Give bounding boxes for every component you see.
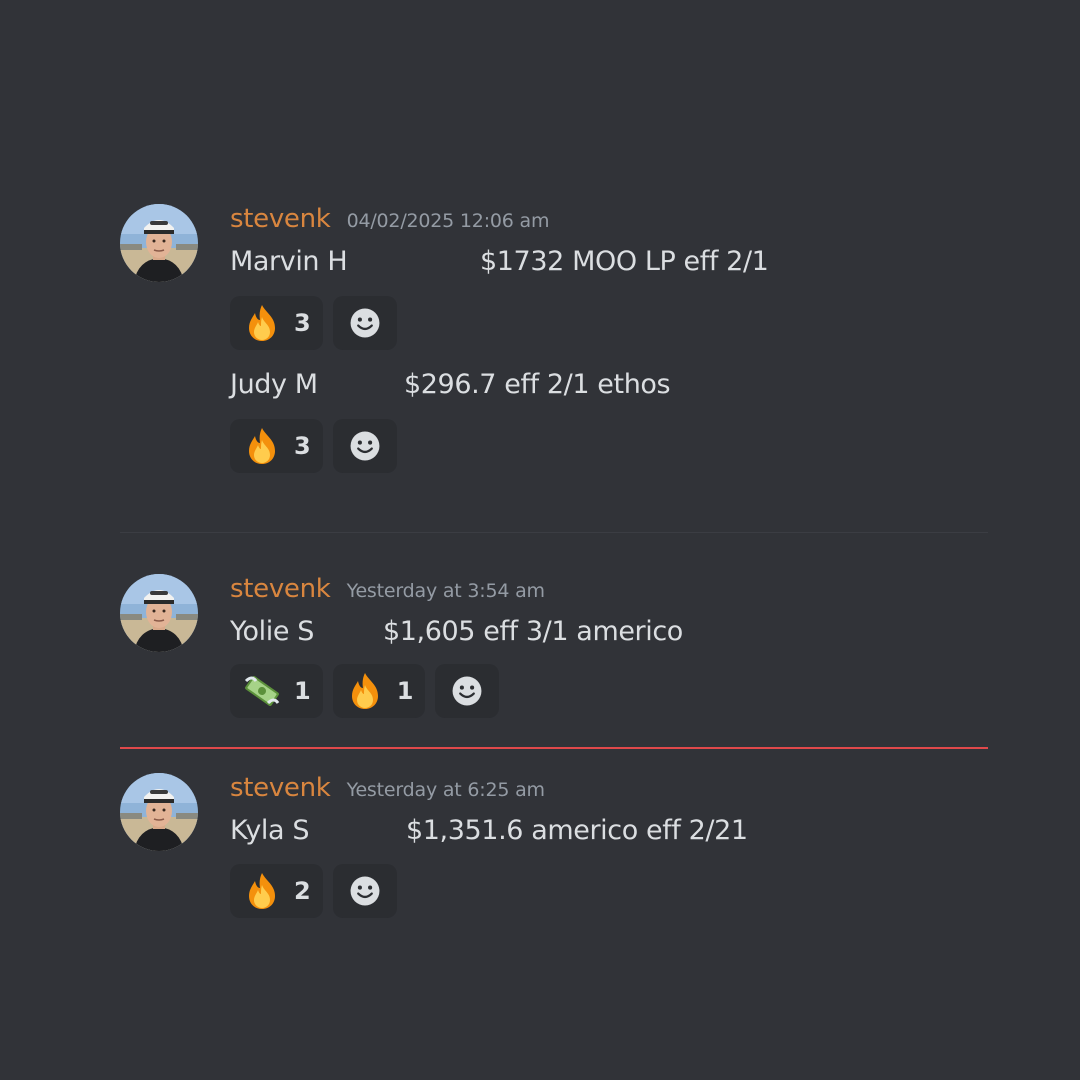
reaction-bar: 3: [230, 296, 397, 350]
avatar-image: [120, 773, 198, 851]
username[interactable]: stevenk: [230, 773, 331, 803]
smiley-add-reaction-icon: [450, 674, 484, 708]
message-header: stevenk Yesterday at 3:54 am: [230, 574, 545, 608]
fire-icon: [242, 303, 282, 343]
message-text: $1,605 eff 3/1 americo: [383, 616, 683, 647]
fire-icon: [345, 671, 385, 711]
reaction-bar: 1 1: [230, 664, 500, 718]
reaction-bar: 2: [230, 864, 397, 918]
avatar[interactable]: [120, 204, 198, 282]
smiley-add-reaction-icon: [348, 429, 382, 463]
reaction-count: 2: [294, 877, 311, 905]
message-text: $296.7 eff 2/1 ethos: [404, 369, 671, 400]
add-reaction-button[interactable]: [435, 664, 500, 718]
timestamp[interactable]: Yesterday at 6:25 am: [347, 779, 545, 801]
client-name: Judy M: [230, 369, 318, 400]
money-with-wings-icon: [242, 671, 282, 711]
reaction-count: 1: [294, 677, 311, 705]
reaction-fire[interactable]: 3: [230, 296, 323, 350]
message-text: $1,351.6 americo eff 2/21: [406, 815, 748, 846]
message-text: $1732 MOO LP eff 2/1: [480, 246, 769, 277]
add-reaction-button[interactable]: [332, 296, 397, 350]
smiley-add-reaction-icon: [348, 306, 382, 340]
fire-icon: [242, 426, 282, 466]
message-divider: [120, 532, 988, 533]
reaction-bar: 3: [230, 419, 397, 473]
new-messages-divider: [120, 747, 988, 749]
timestamp[interactable]: Yesterday at 3:54 am: [347, 580, 545, 602]
client-name: Marvin H: [230, 246, 348, 277]
smiley-add-reaction-icon: [348, 874, 382, 908]
reaction-count: 1: [396, 677, 414, 705]
username[interactable]: stevenk: [230, 204, 331, 234]
message-header: stevenk 04/02/2025 12:06 am: [230, 204, 549, 238]
client-name: Yolie S: [230, 616, 314, 647]
client-name: Kyla S: [230, 815, 310, 846]
reaction-fire[interactable]: 1: [332, 664, 426, 718]
reaction-count: 3: [294, 309, 311, 337]
message-list: stevenk 04/02/2025 12:06 am Marvin H $17…: [0, 0, 1080, 1080]
timestamp[interactable]: 04/02/2025 12:06 am: [347, 210, 550, 232]
reaction-money-with-wings[interactable]: 1: [230, 664, 323, 718]
reaction-fire[interactable]: 2: [230, 864, 323, 918]
add-reaction-button[interactable]: [332, 419, 397, 473]
message-header: stevenk Yesterday at 6:25 am: [230, 773, 545, 807]
username[interactable]: stevenk: [230, 574, 331, 604]
avatar-image: [120, 574, 198, 652]
avatar-image: [120, 204, 198, 282]
avatar[interactable]: [120, 773, 198, 851]
fire-icon: [242, 871, 282, 911]
reaction-count: 3: [294, 432, 311, 460]
add-reaction-button[interactable]: [332, 864, 397, 918]
reaction-fire[interactable]: 3: [230, 419, 323, 473]
avatar[interactable]: [120, 574, 198, 652]
